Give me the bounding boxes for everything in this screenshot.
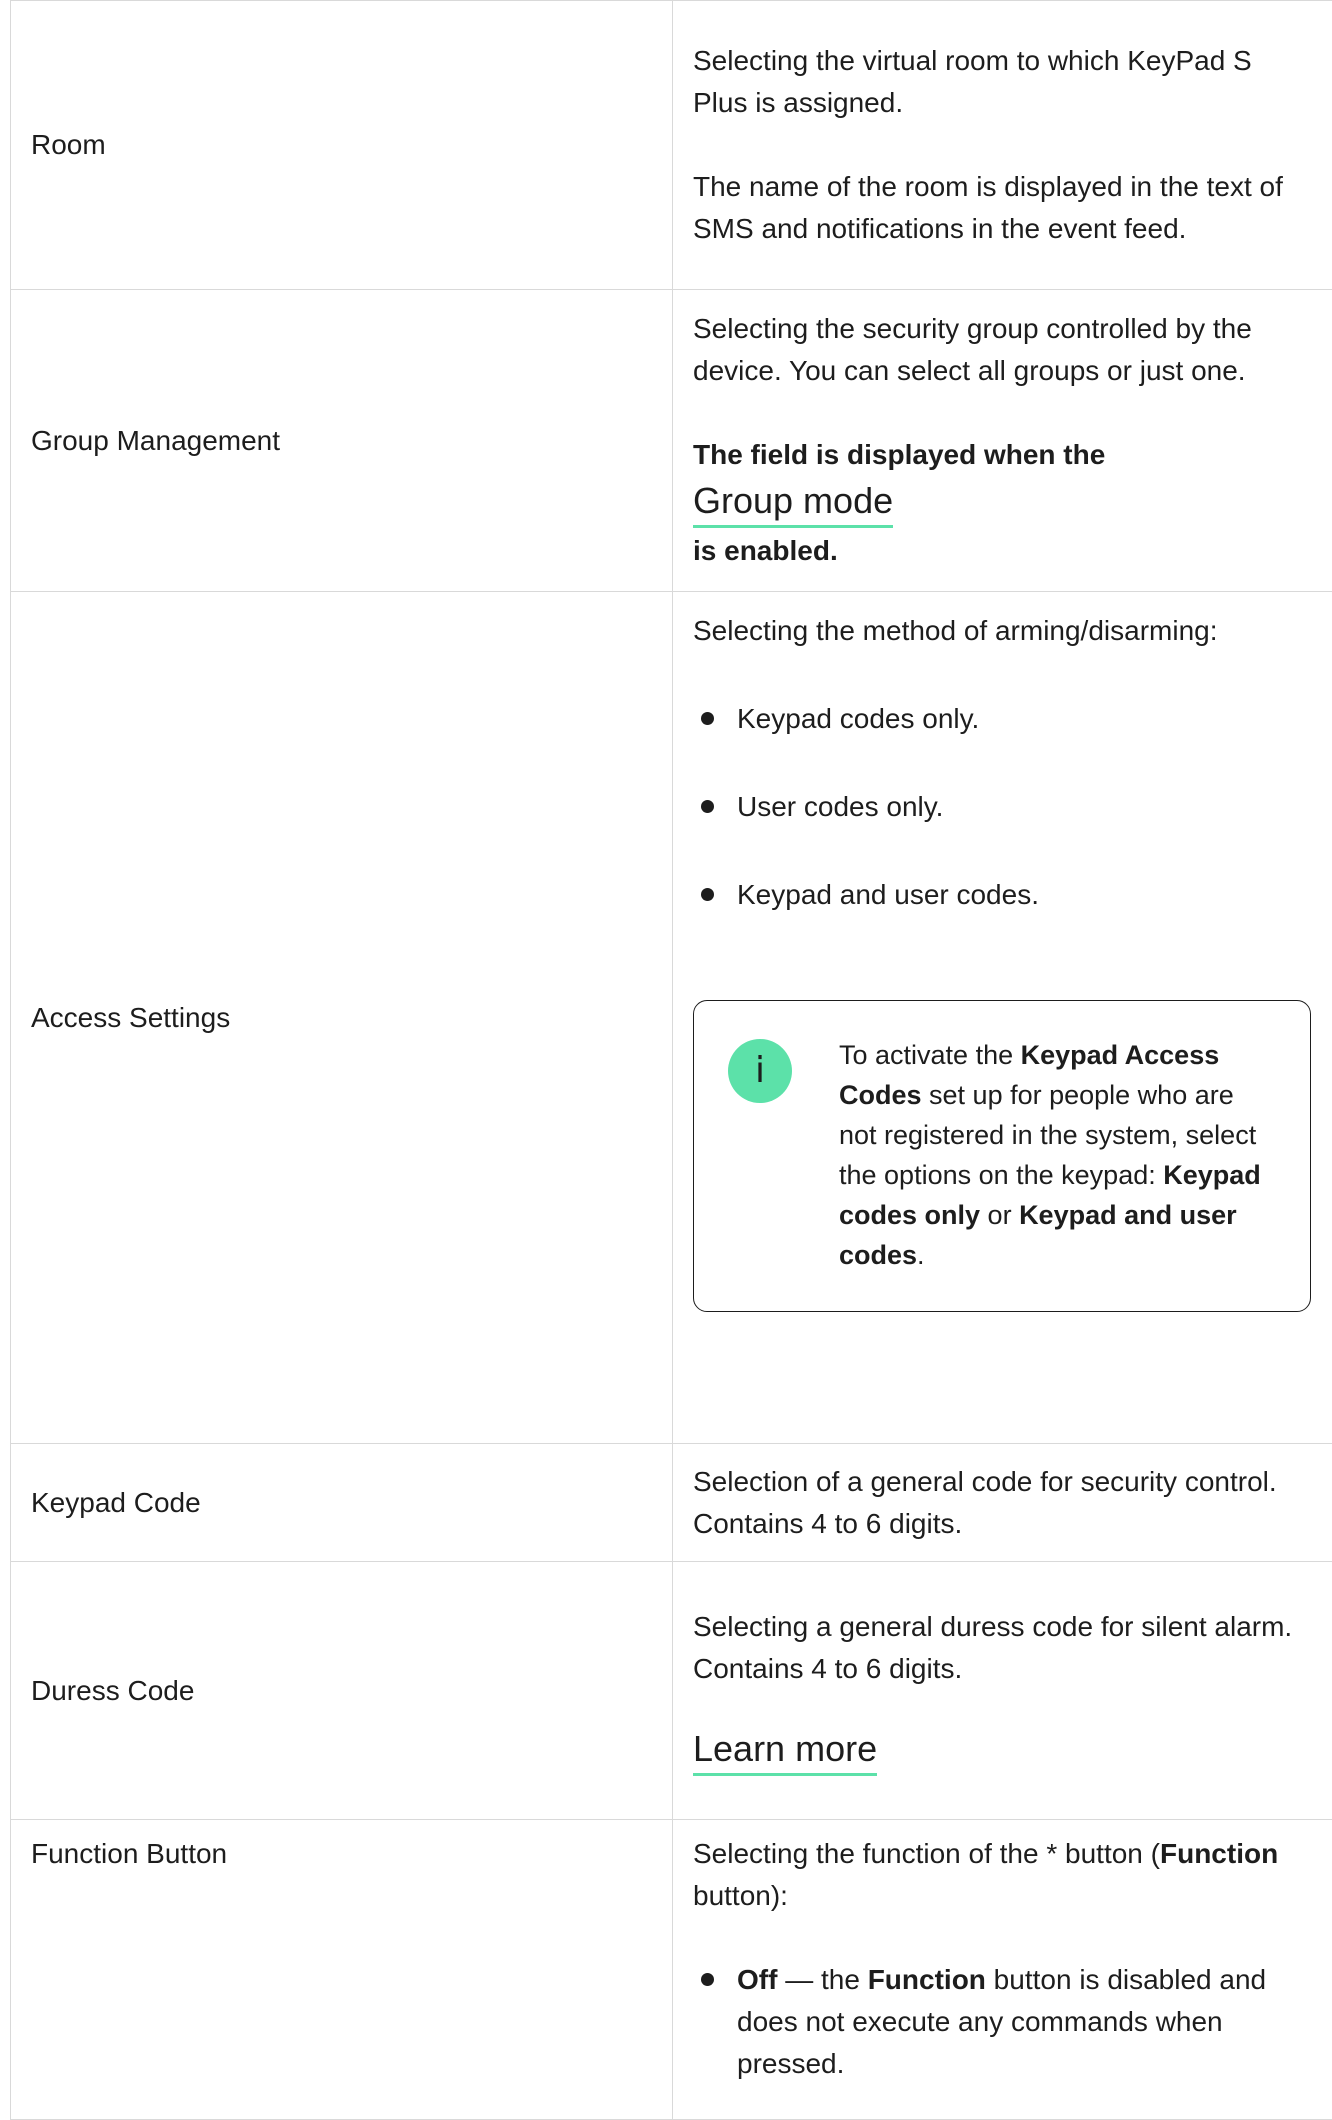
setting-name-cell: Room (11, 1, 673, 290)
list-item: Keypad and user codes. (693, 874, 1312, 916)
setting-name-cell: Duress Code (11, 1562, 673, 1820)
list-item: Off — the Function button is disabled an… (693, 1959, 1312, 2085)
bullet-icon (701, 888, 714, 901)
bullet-icon (701, 712, 714, 725)
list-item: User codes only. (693, 786, 1312, 828)
setting-description-cell: Selecting a general duress code for sile… (673, 1562, 1332, 1820)
bullet-icon (701, 1973, 714, 1986)
description-text: Selecting the security group controlled … (693, 308, 1312, 392)
setting-name: Access Settings (31, 1002, 230, 1033)
info-icon: i (728, 1039, 792, 1103)
setting-name: Room (31, 129, 106, 160)
setting-name: Function Button (31, 1838, 227, 1869)
description-text: Selecting the function of the * button (… (693, 1833, 1312, 1917)
group-mode-link[interactable]: Group mode (693, 478, 893, 528)
setting-name: Duress Code (31, 1675, 194, 1706)
setting-name-cell: Group Management (11, 290, 673, 592)
bullet-icon (701, 800, 714, 813)
setting-name-cell: Keypad Code (11, 1444, 673, 1562)
description-text: Selecting the virtual room to which KeyP… (693, 40, 1312, 124)
settings-table: Room Selecting the virtual room to which… (10, 0, 1332, 2120)
setting-description-cell: Selecting the security group controlled … (673, 290, 1332, 592)
setting-description-cell: Selecting the function of the * button (… (673, 1820, 1332, 2120)
table-row: Access Settings Selecting the method of … (11, 592, 1332, 1444)
list-item: Keypad codes only. (693, 698, 1312, 740)
table-row: Function Button Selecting the function o… (11, 1820, 1332, 2120)
setting-name: Keypad Code (31, 1487, 201, 1518)
table-row: Room Selecting the virtual room to which… (11, 1, 1332, 290)
table-row: Keypad Code Selection of a general code … (11, 1444, 1332, 1562)
description-text: Selecting the method of arming/disarming… (693, 610, 1312, 652)
group-mode-note: The field is displayed when the Group mo… (693, 432, 1312, 574)
setting-name-cell: Access Settings (11, 592, 673, 1444)
table-row: Duress Code Selecting a general duress c… (11, 1562, 1332, 1820)
function-options-list: Off — the Function button is disabled an… (693, 1959, 1312, 2085)
learn-more-link[interactable]: Learn more (693, 1726, 877, 1776)
setting-description-cell: Selection of a general code for security… (673, 1444, 1332, 1562)
access-options-list: Keypad codes only. User codes only. Keyp… (693, 698, 1312, 916)
table-row: Group Management Selecting the security … (11, 290, 1332, 592)
setting-name: Group Management (31, 425, 280, 456)
description-text: Selecting a general duress code for sile… (693, 1606, 1312, 1690)
description-text: Selection of a general code for security… (693, 1461, 1312, 1545)
setting-description-cell: Selecting the virtual room to which KeyP… (673, 1, 1332, 290)
description-text: The name of the room is displayed in the… (693, 166, 1312, 250)
info-callout: i To activate the Keypad Access Codes se… (693, 1000, 1311, 1312)
setting-name-cell: Function Button (11, 1820, 673, 2120)
setting-description-cell: Selecting the method of arming/disarming… (673, 592, 1332, 1444)
